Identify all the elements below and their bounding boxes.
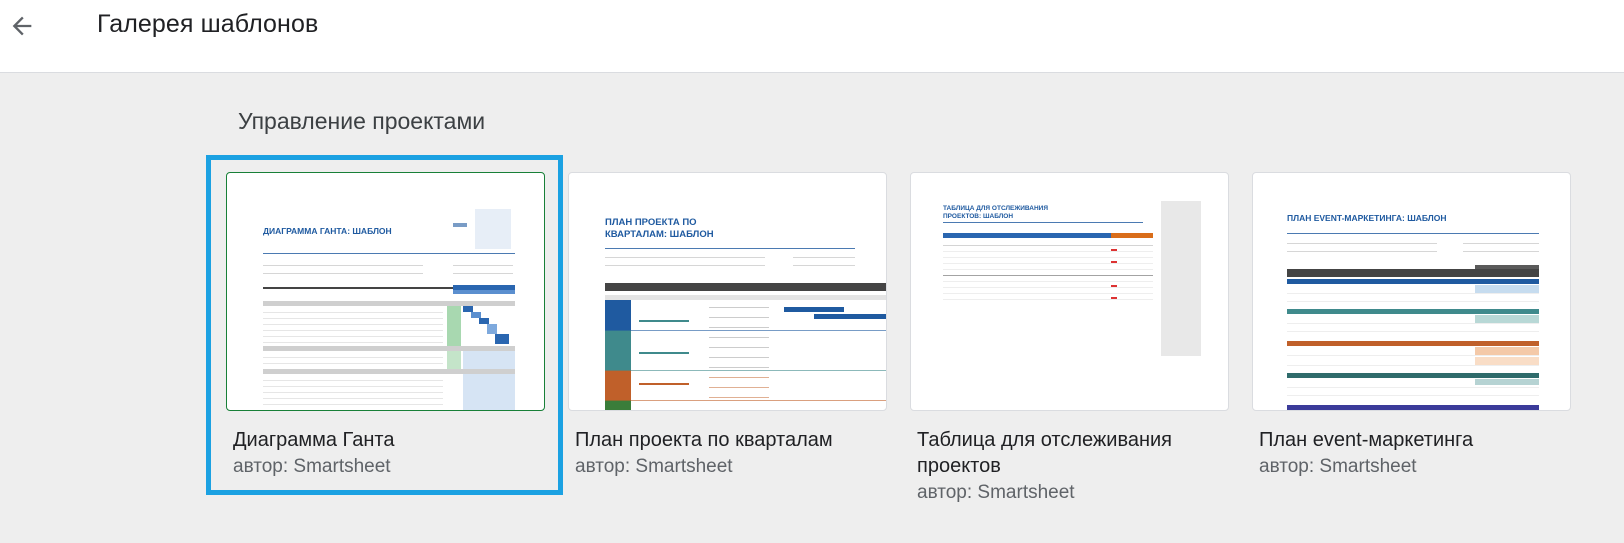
template-card-gantt[interactable]: ДИАГРАММА ГАНТА: ШАБЛОН Диаграмма Ганта … bbox=[226, 172, 545, 479]
template-author: автор: Smartsheet bbox=[233, 456, 391, 477]
arrow-back-icon bbox=[12, 16, 32, 36]
back-button[interactable] bbox=[2, 6, 42, 46]
template-card-project-tracker[interactable]: ТАБЛИЦА ДЛЯ ОТСЛЕЖИВАНИЯ ПРОЕКТОВ: ШАБЛО… bbox=[910, 172, 1229, 505]
thumb-title-line-1: ПЛАН ПРОЕКТА ПО bbox=[605, 217, 697, 228]
template-thumbnail: ПЛАН EVENT-МАРКЕТИНГА: ШАБЛОН bbox=[1252, 172, 1571, 411]
thumb-title-line-1: ТАБЛИЦА ДЛЯ ОТСЛЕЖИВАНИЯ bbox=[943, 205, 1048, 212]
section-title: Управление проектами bbox=[238, 108, 486, 134]
template-thumbnail: ДИАГРАММА ГАНТА: ШАБЛОН bbox=[226, 172, 545, 411]
top-bar: Галерея шаблонов bbox=[0, 0, 1624, 73]
template-thumbnail: ПЛАН ПРОЕКТА ПО КВАРТАЛАМ: ШАБЛОН bbox=[568, 172, 887, 411]
template-author: автор: Smartsheet bbox=[1259, 456, 1417, 477]
thumb-title-line-2: ПРОЕКТОВ: ШАБЛОН bbox=[943, 213, 1013, 220]
template-card-event-marketing[interactable]: ПЛАН EVENT-МАРКЕТИНГА: ШАБЛОН План event… bbox=[1252, 172, 1571, 479]
thumb-title-line-2: КВАРТАЛАМ: ШАБЛОН bbox=[605, 229, 714, 240]
template-name: План event-маркетинга bbox=[1259, 429, 1474, 451]
template-author: автор: Smartsheet bbox=[575, 456, 733, 477]
page-title: Галерея шаблонов bbox=[97, 10, 319, 38]
thumb-title: ПЛАН EVENT-МАРКЕТИНГА: ШАБЛОН bbox=[1287, 213, 1447, 223]
template-author: автор: Smartsheet bbox=[917, 482, 1075, 503]
template-name: Таблица для отслеживания проектов bbox=[917, 429, 1173, 477]
template-name: План проекта по кварталам bbox=[575, 429, 833, 451]
template-card-quarterly-plan[interactable]: ПЛАН ПРОЕКТА ПО КВАРТАЛАМ: ШАБЛОН План п… bbox=[568, 172, 887, 479]
template-thumbnail: ТАБЛИЦА ДЛЯ ОТСЛЕЖИВАНИЯ ПРОЕКТОВ: ШАБЛО… bbox=[910, 172, 1229, 411]
template-name: Диаграмма Ганта bbox=[233, 429, 395, 451]
thumb-title: ДИАГРАММА ГАНТА: ШАБЛОН bbox=[263, 226, 392, 236]
